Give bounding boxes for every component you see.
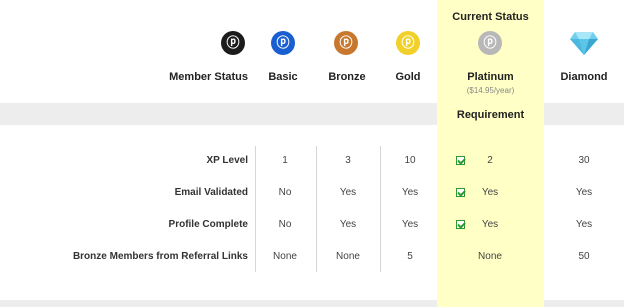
member-status-label: Member Status: [169, 71, 248, 83]
requirement-label: Requirement: [456, 109, 525, 121]
cell-basic: No: [278, 187, 292, 198]
platinum-badge-icon: ⓟ: [478, 31, 502, 55]
gold-badge-icon: ⓟ: [396, 31, 420, 55]
cell-platinum: Yes: [481, 219, 499, 230]
diamond-icon: [570, 32, 598, 55]
tier-basic-label: Basic: [268, 71, 298, 83]
bottom-band-highlight: [437, 300, 544, 307]
checkmark-icon: [456, 156, 465, 165]
tier-diamond-label: Diamond: [560, 71, 608, 83]
cell-diamond: Yes: [575, 187, 593, 198]
bronze-badge-icon: ⓟ: [334, 31, 358, 55]
member-badge-icon: ⓟ: [221, 31, 245, 55]
cell-bronze: Yes: [339, 219, 357, 230]
tier-gold-label: Gold: [395, 71, 421, 83]
cell-platinum: 2: [487, 155, 493, 166]
cell-basic: None: [273, 251, 297, 262]
cell-gold: Yes: [401, 187, 419, 198]
tier-platinum-label: Platinum: [467, 71, 514, 83]
tier-bronze-label: Bronze: [328, 71, 366, 83]
platinum-price: ($14.95/year): [466, 86, 515, 95]
column-divider: [255, 146, 256, 272]
cell-basic: No: [278, 219, 292, 230]
row-label-email-validated: Email Validated: [174, 187, 248, 198]
cell-platinum: None: [478, 251, 502, 262]
column-divider: [380, 146, 381, 272]
cell-gold: Yes: [401, 219, 419, 230]
cell-bronze: 3: [345, 155, 351, 166]
cell-diamond: 30: [578, 155, 590, 166]
cell-gold: 10: [404, 155, 416, 166]
current-status-label: Current Status: [452, 11, 529, 23]
cell-gold: 5: [407, 251, 413, 262]
row-label-bronze-referrals: Bronze Members from Referral Links: [72, 251, 248, 262]
column-divider: [316, 146, 317, 272]
cell-basic: 1: [282, 155, 288, 166]
checkmark-icon: [456, 220, 465, 229]
basic-badge-icon: ⓟ: [271, 31, 295, 55]
row-label-xp-level: XP Level: [206, 155, 248, 166]
cell-platinum: Yes: [481, 187, 499, 198]
checkmark-icon: [456, 188, 465, 197]
cell-diamond: 50: [578, 251, 590, 262]
cell-bronze: Yes: [339, 187, 357, 198]
cell-diamond: Yes: [575, 219, 593, 230]
cell-bronze: None: [336, 251, 360, 262]
row-label-profile-complete: Profile Complete: [168, 219, 248, 230]
